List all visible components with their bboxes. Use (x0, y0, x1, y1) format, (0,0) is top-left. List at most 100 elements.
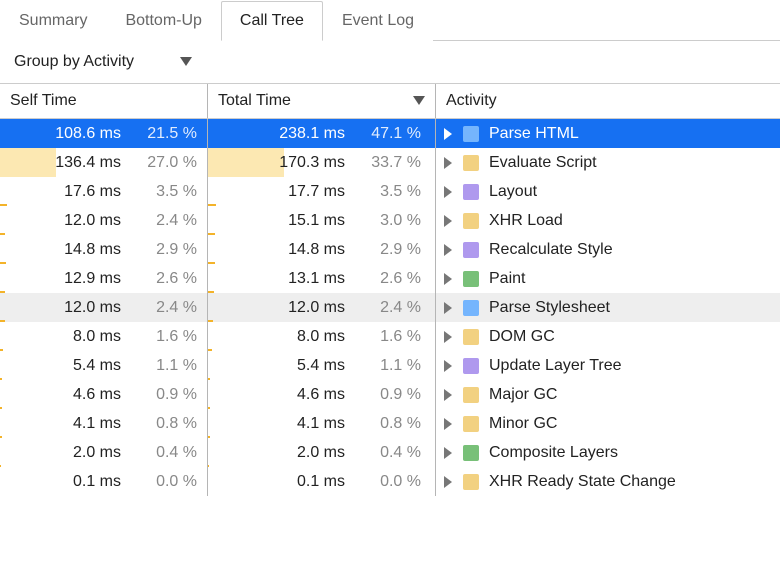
self-time-value: 2.0 ms (31, 444, 121, 462)
self-time-value: 12.0 ms (31, 299, 121, 317)
self-time-value: 4.1 ms (31, 415, 121, 433)
table-row[interactable]: 17.6 ms3.5 %17.7 ms3.5 %Layout (0, 177, 780, 206)
group-by-dropdown[interactable]: Group by Activity (14, 53, 192, 71)
cell-activity: DOM GC (436, 322, 780, 351)
table-row[interactable]: 4.6 ms0.9 %4.6 ms0.9 %Major GC (0, 380, 780, 409)
total-time-value: 14.8 ms (255, 241, 345, 259)
table-row[interactable]: 2.0 ms0.4 %2.0 ms0.4 %Composite Layers (0, 438, 780, 467)
expand-icon[interactable] (444, 389, 453, 401)
self-time-value: 0.1 ms (31, 473, 121, 491)
expand-icon[interactable] (444, 360, 453, 372)
cell-self-time: 8.0 ms1.6 % (0, 322, 208, 351)
self-time-value: 12.9 ms (31, 270, 121, 288)
tab-label: Summary (19, 12, 87, 29)
tab-label: Call Tree (240, 12, 304, 29)
chevron-down-icon (180, 57, 192, 67)
cell-activity: Layout (436, 177, 780, 206)
category-swatch (463, 300, 479, 316)
group-by-label: Group by Activity (14, 53, 134, 71)
table-row[interactable]: 0.1 ms0.0 %0.1 ms0.0 %XHR Ready State Ch… (0, 467, 780, 496)
cell-activity: Evaluate Script (436, 148, 780, 177)
expand-icon[interactable] (444, 186, 453, 198)
tab-bottom-up[interactable]: Bottom-Up (106, 1, 220, 41)
table-row[interactable]: 4.1 ms0.8 %4.1 ms0.8 %Minor GC (0, 409, 780, 438)
toolbar: Group by Activity (0, 41, 780, 84)
cell-activity: Parse Stylesheet (436, 293, 780, 322)
expand-icon[interactable] (444, 273, 453, 285)
self-time-pct: 0.4 % (135, 444, 197, 462)
table-row[interactable]: 108.6 ms21.5 %238.1 ms47.1 %Parse HTML (0, 119, 780, 148)
activity-label: Major GC (489, 386, 557, 404)
expand-icon[interactable] (444, 157, 453, 169)
tab-bar: Summary Bottom-Up Call Tree Event Log (0, 0, 780, 41)
column-activity[interactable]: Activity (436, 84, 780, 118)
total-time-pct: 33.7 % (359, 154, 421, 172)
category-swatch (463, 474, 479, 490)
cell-activity: Recalculate Style (436, 235, 780, 264)
column-label: Self Time (10, 92, 77, 110)
total-time-pct: 3.0 % (359, 212, 421, 230)
expand-icon[interactable] (444, 244, 453, 256)
table-row[interactable]: 12.0 ms2.4 %12.0 ms2.4 %Parse Stylesheet (0, 293, 780, 322)
cell-self-time: 136.4 ms27.0 % (0, 148, 208, 177)
table-row[interactable]: 5.4 ms1.1 %5.4 ms1.1 %Update Layer Tree (0, 351, 780, 380)
cell-self-time: 0.1 ms0.0 % (0, 467, 208, 496)
self-time-pct: 2.4 % (135, 299, 197, 317)
column-self-time[interactable]: Self Time (0, 84, 208, 118)
expand-icon[interactable] (444, 215, 453, 227)
expand-icon[interactable] (444, 418, 453, 430)
category-swatch (463, 358, 479, 374)
sort-descending-icon (413, 96, 425, 106)
cell-total-time: 2.0 ms0.4 % (208, 438, 436, 467)
cell-activity: Paint (436, 264, 780, 293)
table-row[interactable]: 12.0 ms2.4 %15.1 ms3.0 %XHR Load (0, 206, 780, 235)
activity-label: Minor GC (489, 415, 557, 433)
category-swatch (463, 184, 479, 200)
table-row[interactable]: 136.4 ms27.0 %170.3 ms33.7 %Evaluate Scr… (0, 148, 780, 177)
total-time-pct: 0.9 % (359, 386, 421, 404)
tab-event-log[interactable]: Event Log (323, 1, 433, 41)
expand-icon[interactable] (444, 331, 453, 343)
total-time-pct: 47.1 % (359, 125, 421, 143)
expand-icon[interactable] (444, 128, 453, 140)
activity-label: DOM GC (489, 328, 555, 346)
category-swatch (463, 329, 479, 345)
self-time-value: 4.6 ms (31, 386, 121, 404)
self-time-value: 8.0 ms (31, 328, 121, 346)
table-row[interactable]: 14.8 ms2.9 %14.8 ms2.9 %Recalculate Styl… (0, 235, 780, 264)
cell-total-time: 13.1 ms2.6 % (208, 264, 436, 293)
table-row[interactable]: 12.9 ms2.6 %13.1 ms2.6 %Paint (0, 264, 780, 293)
cell-activity: Parse HTML (436, 119, 780, 148)
total-time-value: 12.0 ms (255, 299, 345, 317)
column-label: Activity (446, 92, 497, 110)
total-time-value: 2.0 ms (255, 444, 345, 462)
total-time-pct: 0.0 % (359, 473, 421, 491)
expand-icon[interactable] (444, 447, 453, 459)
category-swatch (463, 242, 479, 258)
cell-total-time: 170.3 ms33.7 % (208, 148, 436, 177)
category-swatch (463, 416, 479, 432)
table-row[interactable]: 8.0 ms1.6 %8.0 ms1.6 %DOM GC (0, 322, 780, 351)
expand-icon[interactable] (444, 476, 453, 488)
self-time-pct: 2.9 % (135, 241, 197, 259)
activity-label: Parse Stylesheet (489, 299, 610, 317)
cell-total-time: 17.7 ms3.5 % (208, 177, 436, 206)
column-total-time[interactable]: Total Time (208, 84, 436, 118)
expand-icon[interactable] (444, 302, 453, 314)
cell-total-time: 4.1 ms 0.8 % (208, 409, 436, 438)
total-time-pct: 0.8 % (359, 415, 421, 433)
column-headers: Self Time Total Time Activity (0, 84, 780, 119)
cell-activity: XHR Ready State Change (436, 467, 780, 496)
cell-self-time: 14.8 ms2.9 % (0, 235, 208, 264)
cell-self-time: 5.4 ms1.1 % (0, 351, 208, 380)
tab-summary[interactable]: Summary (0, 1, 106, 41)
cell-activity: Minor GC (436, 409, 780, 438)
activity-label: Composite Layers (489, 444, 618, 462)
tab-label: Bottom-Up (125, 12, 201, 29)
tab-call-tree[interactable]: Call Tree (221, 1, 323, 41)
activity-label: Recalculate Style (489, 241, 613, 259)
total-time-value: 13.1 ms (255, 270, 345, 288)
tab-label: Event Log (342, 12, 414, 29)
table-body: 108.6 ms21.5 %238.1 ms47.1 %Parse HTML13… (0, 119, 780, 496)
total-time-value: 4.1 ms (255, 415, 345, 433)
